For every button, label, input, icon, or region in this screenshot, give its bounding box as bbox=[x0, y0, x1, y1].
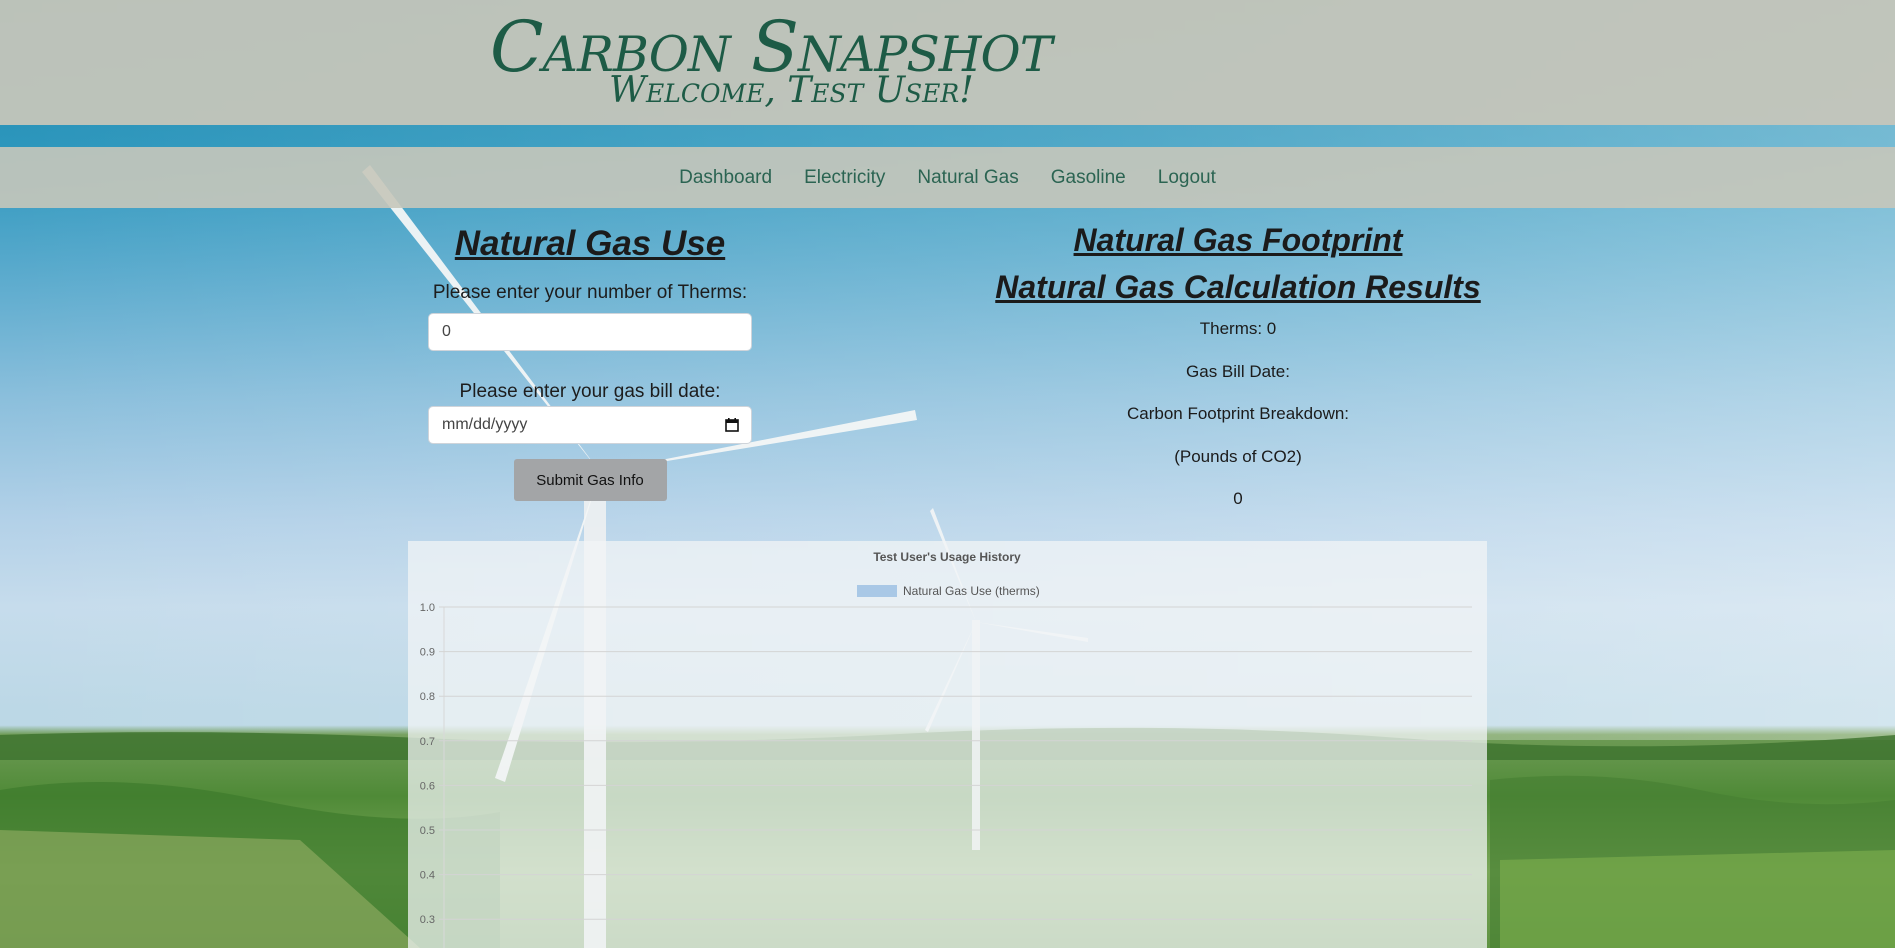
gas-results: Natural Gas Footprint Natural Gas Calcul… bbox=[990, 222, 1486, 521]
bill-date-input[interactable]: mm/dd/yyyy bbox=[428, 406, 752, 444]
gas-use-form: Natural Gas Use Please enter your number… bbox=[428, 224, 752, 501]
y-tick-label: 0.4 bbox=[420, 870, 435, 882]
calendar-icon[interactable] bbox=[725, 418, 739, 432]
usage-history-chart: Test User's Usage History Natural Gas Us… bbox=[408, 541, 1487, 948]
nav-natural-gas[interactable]: Natural Gas bbox=[917, 167, 1018, 189]
site-header: Carbon Snapshot Welcome, Test User! bbox=[0, 0, 1895, 125]
date-placeholder: mm/dd/yyyy bbox=[442, 416, 528, 433]
y-tick-label: 0.5 bbox=[420, 825, 435, 837]
y-tick-label: 0.6 bbox=[420, 780, 435, 792]
main-nav: Dashboard Electricity Natural Gas Gasoli… bbox=[0, 147, 1895, 208]
therms-result: Therms: 0 bbox=[1199, 319, 1277, 338]
nav-electricity[interactable]: Electricity bbox=[804, 167, 885, 189]
chart-grid: 1.0 0.9 0.8 0.7 0.6 0.5 0.4 0.3 bbox=[420, 602, 1472, 948]
welcome-message: Welcome, Test User! bbox=[609, 70, 974, 111]
legend-label[interactable]: Natural Gas Use (therms) bbox=[903, 584, 1040, 598]
submit-gas-button[interactable]: Submit Gas Info bbox=[513, 459, 667, 501]
nav-dashboard[interactable]: Dashboard bbox=[679, 167, 772, 189]
form-title: Natural Gas Use bbox=[454, 224, 726, 263]
chart-title: Test User's Usage History bbox=[873, 550, 1021, 564]
y-tick-label: 0.8 bbox=[420, 691, 435, 703]
bill-date-result: Gas Bill Date: bbox=[1186, 361, 1290, 381]
bill-date-label: Please enter your gas bill date: bbox=[459, 381, 721, 402]
chart-canvas: Test User's Usage History Natural Gas Us… bbox=[420, 550, 1472, 948]
nav-logout[interactable]: Logout bbox=[1158, 167, 1216, 189]
footprint-value: 0 bbox=[1233, 489, 1243, 508]
y-tick-label: 0.7 bbox=[420, 736, 435, 748]
units-label: (Pounds of CO2) bbox=[1174, 446, 1302, 466]
y-tick-label: 1.0 bbox=[420, 602, 435, 614]
therms-input[interactable]: 0 bbox=[428, 313, 752, 351]
legend-swatch[interactable] bbox=[857, 585, 897, 597]
results-title: Natural Gas Calculation Results bbox=[995, 269, 1481, 305]
y-tick-label: 0.3 bbox=[420, 914, 435, 926]
breakdown-label: Carbon Footprint Breakdown: bbox=[1126, 404, 1350, 423]
nav-gasoline[interactable]: Gasoline bbox=[1051, 167, 1126, 189]
therms-label: Please enter your number of Therms: bbox=[432, 282, 748, 303]
footprint-title: Natural Gas Footprint bbox=[1073, 222, 1403, 258]
y-tick-label: 0.9 bbox=[420, 647, 435, 659]
